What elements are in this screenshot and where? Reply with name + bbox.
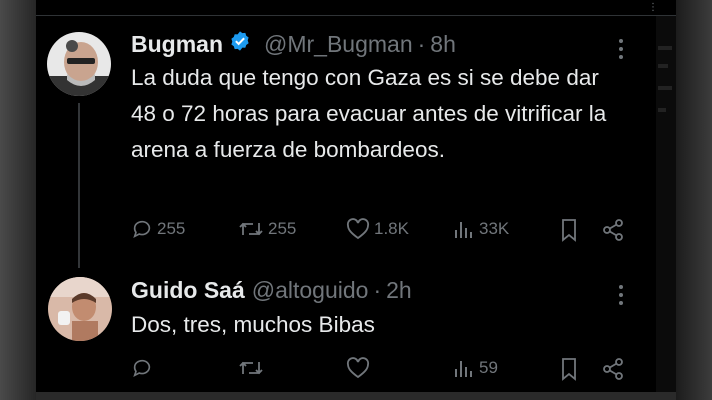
tweet-header: Guido Saá @altoguido · 2h xyxy=(131,277,412,304)
reply-button[interactable]: 255 xyxy=(131,218,185,240)
avatar[interactable] xyxy=(47,32,111,96)
timestamp[interactable]: 2h xyxy=(386,277,412,304)
tweet-bugman[interactable]: Bugman @Mr_Bugman · 8h La duda que tengo… xyxy=(36,0,656,270)
retweet-icon xyxy=(238,218,264,240)
tweet-actions: 59 xyxy=(131,357,651,387)
author-name[interactable]: Bugman xyxy=(131,31,223,58)
views-count: 59 xyxy=(479,358,498,377)
tweet-text: Dos, tres, muchos Bibas xyxy=(131,312,375,337)
views-button[interactable]: 33K xyxy=(453,218,509,240)
side-panel-edge xyxy=(656,16,676,392)
retweet-count: 255 xyxy=(268,219,297,238)
retweet-button[interactable]: 255 xyxy=(238,218,296,240)
reply-button[interactable] xyxy=(131,357,157,379)
tweet-header: Bugman @Mr_Bugman · 8h xyxy=(131,30,456,58)
tweet-actions: 255 255 1.8K 33K xyxy=(131,218,651,248)
author-name[interactable]: Guido Saá xyxy=(131,277,245,304)
tweet-text: La duda que tengo con Gaza es si se debe… xyxy=(131,65,607,162)
retweet-button[interactable] xyxy=(238,357,268,379)
views-count: 33K xyxy=(479,219,510,238)
author-handle[interactable]: @Mr_Bugman xyxy=(264,31,413,58)
views-button[interactable]: 59 xyxy=(453,357,498,379)
like-button[interactable] xyxy=(346,357,374,379)
photo-frame-right xyxy=(676,0,712,400)
more-icon[interactable] xyxy=(618,284,624,306)
bookmark-icon[interactable] xyxy=(559,357,579,381)
thread-line xyxy=(78,103,80,268)
bookmark-icon[interactable] xyxy=(559,218,579,242)
author-handle[interactable]: @altoguido xyxy=(252,277,369,304)
retweet-icon xyxy=(238,357,264,379)
like-icon xyxy=(346,218,370,240)
tweet-guido[interactable]: Guido Saá @altoguido · 2h Dos, tres, muc… xyxy=(36,270,656,392)
reply-count: 255 xyxy=(157,219,186,238)
photo-frame-left xyxy=(0,0,36,400)
separator: · xyxy=(417,30,426,57)
separator: · xyxy=(373,277,382,303)
like-icon xyxy=(346,357,370,379)
reply-icon xyxy=(131,218,153,240)
reply-icon xyxy=(131,357,153,379)
more-icon[interactable] xyxy=(618,38,624,60)
views-icon xyxy=(453,357,475,379)
share-icon[interactable] xyxy=(601,218,625,242)
timeline: ⋮ Bugman @Mr_Bugman · 8h La duda que ten… xyxy=(36,0,676,392)
share-icon[interactable] xyxy=(601,357,625,381)
verified-badge-icon xyxy=(229,30,251,58)
like-count: 1.8K xyxy=(374,219,409,238)
timestamp[interactable]: 8h xyxy=(430,31,456,58)
like-button[interactable]: 1.8K xyxy=(346,218,409,240)
views-icon xyxy=(453,218,475,240)
avatar[interactable] xyxy=(48,277,112,341)
